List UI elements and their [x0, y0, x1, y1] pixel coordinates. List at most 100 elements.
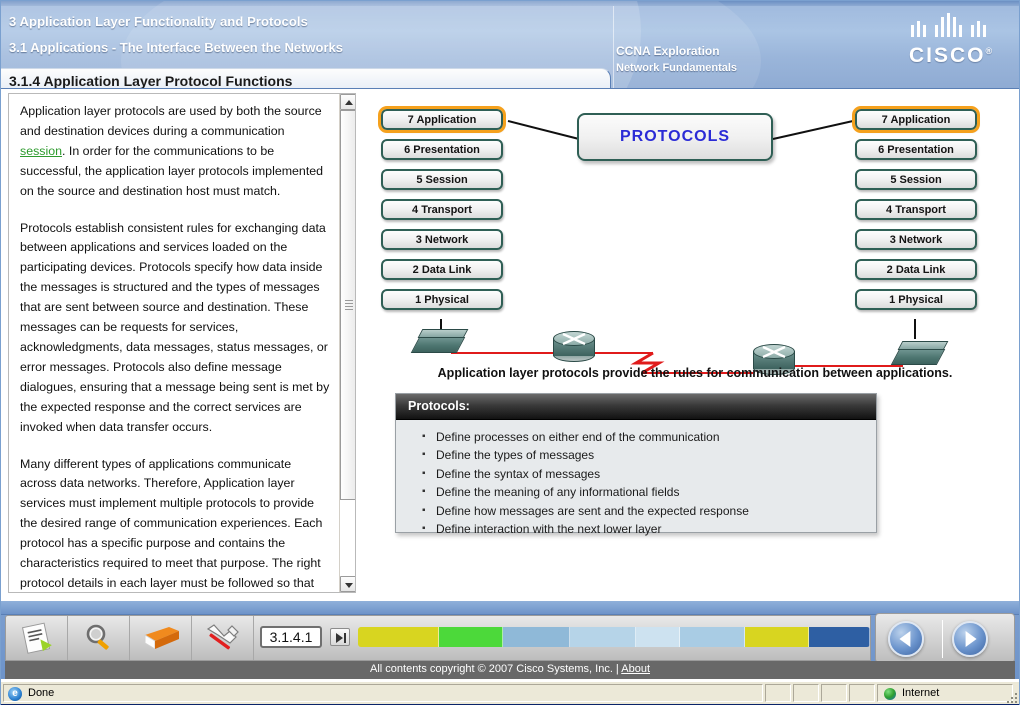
protocols-box: PROTOCOLS	[577, 113, 773, 161]
protocols-list-item: Define the meaning of any informational …	[422, 483, 876, 502]
navigation-panel	[875, 613, 1015, 663]
osi-layer-network: 3 Network	[855, 229, 977, 250]
bottom-bar-strip	[1, 601, 1019, 615]
progress-segment[interactable]	[503, 627, 570, 647]
scrollbar-track[interactable]	[340, 110, 355, 576]
status-cell-4	[849, 684, 875, 702]
page-header: 3 Application Layer Functionality and Pr…	[1, 1, 1019, 89]
copyright-bar: All contents copyright © 2007 Cisco Syst…	[5, 661, 1015, 679]
osi-layer-transport: 4 Transport	[381, 199, 503, 220]
previous-page-button[interactable]	[888, 621, 924, 657]
lesson-progress-bar[interactable]	[358, 627, 870, 647]
scroll-up-button[interactable]	[340, 94, 355, 110]
status-cell-2	[793, 684, 819, 702]
chapter-title: 3 Application Layer Functionality and Pr…	[9, 14, 308, 29]
security-zone-cell: Internet	[877, 684, 1013, 702]
next-arrow-icon	[965, 631, 977, 647]
osi-layer-application: 7 Application	[378, 106, 506, 133]
hammer-wrench-icon	[206, 624, 239, 650]
progress-segment[interactable]	[358, 627, 440, 647]
scroll-down-arrow-icon	[345, 583, 353, 588]
osi-layer-network: 3 Network	[381, 229, 503, 250]
progress-segment[interactable]	[680, 627, 745, 647]
osi-layer-session: 5 Session	[855, 169, 977, 190]
resize-grip-icon	[1005, 691, 1017, 703]
status-cell-1	[765, 684, 791, 702]
about-link[interactable]: About	[621, 663, 650, 675]
diagram-panel: 7 Application 6 Presentation 5 Session 4 Tr…	[363, 91, 1015, 593]
notepad-icon	[21, 622, 52, 654]
copyright-text: All contents copyright © 2007 Cisco Syst…	[370, 663, 622, 675]
courseware-window: 3 Application Layer Functionality and Pr…	[0, 0, 1020, 705]
status-message-cell: e Done	[3, 684, 763, 702]
osi-layer-physical: 1 Physical	[855, 289, 977, 310]
scroll-down-button[interactable]	[340, 576, 355, 592]
navigation-divider	[942, 620, 943, 658]
cisco-logo: CISCO®	[909, 13, 1005, 67]
previous-arrow-icon	[899, 631, 911, 647]
internet-explorer-icon: e	[8, 687, 22, 701]
bottom-bar: 3.1.4.1 All contents copyright © 2007 Ci…	[1, 601, 1019, 679]
course-name: CCNA Exploration	[616, 44, 720, 58]
paragraph-2: Protocols establish consistent rules for…	[20, 220, 330, 434]
osi-layer-presentation: 6 Presentation	[381, 139, 503, 160]
progress-segment[interactable]	[744, 627, 810, 647]
glossary-link-session[interactable]: session	[20, 144, 62, 158]
content-area: Application layer protocols are used by …	[1, 89, 1019, 601]
page-number-input[interactable]: 3.1.4.1	[260, 626, 322, 648]
progress-segment[interactable]	[636, 627, 681, 647]
security-zone-label: Internet	[902, 687, 940, 699]
player-toolbar: 3.1.4.1	[5, 615, 871, 661]
osi-layer-session: 5 Session	[381, 169, 503, 190]
protocols-list-item: Define interaction with the next lower l…	[422, 520, 876, 539]
paragraph-1-text-after: . In order for the communications to be …	[20, 143, 324, 198]
osi-layer-transport: 4 Transport	[855, 199, 977, 220]
diagram-caption: Application layer protocols provide the …	[437, 366, 953, 380]
lesson-text-body: Application layer protocols are used by …	[9, 94, 340, 592]
notes-button[interactable]	[6, 616, 68, 660]
cisco-wordmark: CISCO®	[909, 44, 993, 67]
course-subtitle: Network Fundamentals	[616, 62, 738, 74]
osi-layer-presentation: 6 Presentation	[855, 139, 977, 160]
search-button[interactable]	[68, 616, 130, 660]
lesson-text-panel: Application layer protocols are used by …	[8, 93, 356, 593]
protocols-list-panel: Protocols: Define processes on either en…	[395, 393, 877, 539]
magnifier-icon	[86, 624, 109, 650]
orange-book-icon	[144, 627, 179, 650]
cisco-bridge-logo-icon	[911, 13, 1003, 37]
scrollbar-thumb[interactable]	[340, 110, 355, 500]
browser-status-bar: e Done Internet	[1, 681, 1019, 704]
protocols-list-item: Define processes on either end of the co…	[422, 428, 876, 447]
text-panel-scrollbar[interactable]	[339, 94, 355, 592]
status-message: Done	[28, 687, 55, 699]
osi-stack-right: 7 Application 6 Presentation 5 Session 4 Tr…	[852, 106, 980, 319]
paragraph-3: Many different types of applications com…	[20, 456, 323, 590]
scrollbar-grip-icon	[345, 300, 353, 310]
protocols-list: Define processes on either end of the co…	[396, 428, 876, 539]
page-title: 3.1.4 Application Layer Protocol Functio…	[9, 73, 293, 89]
tools-button[interactable]	[192, 616, 254, 660]
protocols-list-item: Define the types of messages	[422, 446, 876, 465]
globe-icon	[884, 688, 896, 700]
header-divider	[613, 6, 614, 88]
protocols-list-title: Protocols:	[396, 394, 876, 420]
scroll-up-arrow-icon	[345, 100, 353, 105]
progress-segment[interactable]	[439, 627, 504, 647]
osi-layer-data-link: 2 Data Link	[855, 259, 977, 280]
section-title: 3.1 Applications - The Interface Between…	[9, 40, 343, 55]
next-page-button[interactable]	[952, 621, 988, 657]
osi-stack-left: 7 Application 6 Presentation 5 Session 4 Tr…	[378, 106, 506, 319]
paragraph-1-text-before: Application layer protocols are used by …	[20, 104, 322, 138]
status-cell-3	[821, 684, 847, 702]
glossary-button[interactable]	[130, 616, 192, 660]
header-left-region: 3 Application Layer Functionality and Pr…	[1, 6, 613, 89]
paragraph-1: Application layer protocols are used by …	[20, 102, 330, 202]
osi-layer-physical: 1 Physical	[381, 289, 503, 310]
protocols-list-item: Define how messages are sent and the exp…	[422, 502, 876, 521]
protocols-list-item: Define the syntax of messages	[422, 465, 876, 484]
go-to-page-button[interactable]	[330, 628, 350, 646]
osi-layer-application: 7 Application	[852, 106, 980, 133]
progress-segment[interactable]	[809, 627, 870, 647]
progress-segment[interactable]	[569, 627, 637, 647]
page-title-tab: 3.1.4 Application Layer Protocol Functio…	[1, 68, 611, 89]
